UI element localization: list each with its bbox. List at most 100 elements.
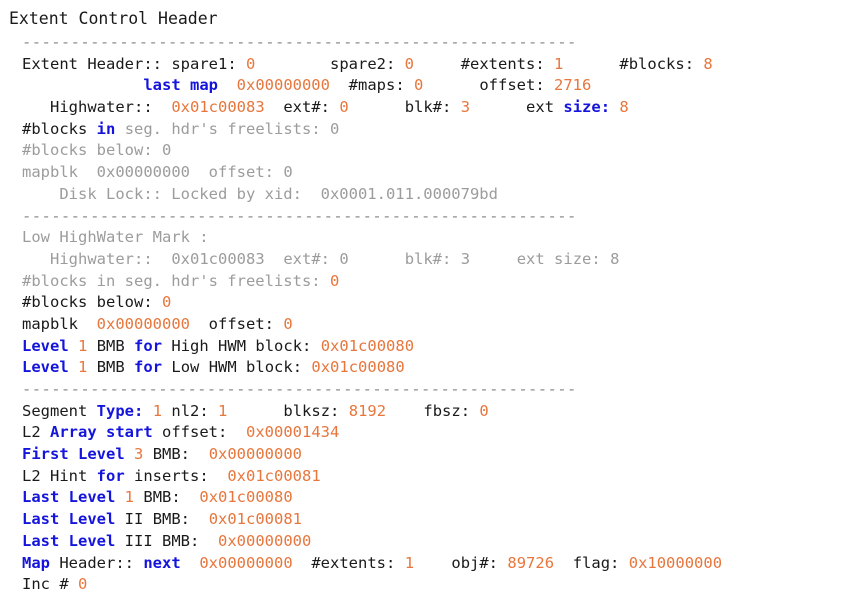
segment-fbsz-label: fbsz: (423, 401, 471, 420)
inc-label: Inc # (22, 575, 69, 594)
low-hwm-heading: Low HighWater Mark : (0, 227, 860, 249)
low-blocks-below-line: #blocks below: 0 (0, 292, 860, 314)
map-kw: Map (22, 553, 50, 572)
l2-prefix: L2 (22, 423, 41, 442)
segment-blksz-value: 8192 (348, 401, 387, 420)
high-bmb-mid: BMB (96, 336, 125, 355)
first-level-kw: First Level (22, 445, 125, 464)
low-freelists-value: 0 (329, 271, 340, 290)
maps-value: 0 (414, 76, 424, 95)
low-freelists-line: #blocks in seg. hdr's freelists: 0 (0, 271, 860, 293)
map-next-kw: next (143, 553, 181, 572)
segment-nl2-value: 1 (218, 401, 228, 420)
high-mapblk-label: mapblk (22, 163, 78, 182)
low-mapblk-offset-label: offset: (208, 314, 274, 333)
high-highwater-label: Highwater:: (50, 98, 153, 117)
low-bmb-level-num: 1 (78, 358, 88, 377)
low-bmb-tail-value: 0x01c00080 (311, 358, 405, 377)
last-map-value: 0x00000000 (236, 76, 330, 95)
high-freelists-label: seg. hdr's freelists: (124, 119, 321, 138)
map-next-value: 0x00000000 (199, 553, 293, 572)
last-level-2-num: II (124, 510, 144, 529)
separator-segment: ----------------------------------------… (22, 380, 577, 398)
page-title: Extent Control Header (9, 9, 218, 28)
high-blocks-below-label: #blocks below: (22, 141, 153, 160)
low-bmb-for: for (134, 358, 163, 377)
low-ext-label: ext#: (283, 249, 330, 268)
last-level-3-value: 0x00000000 (218, 531, 312, 550)
l2-hint-label: inserts: (134, 466, 209, 485)
high-freelists-in: in (96, 119, 116, 138)
map-extents-label: #extents: (311, 553, 396, 572)
separator-low-hwm: ----------------------------------------… (22, 206, 577, 225)
l2-hint-line: L2 Hint for inserts: 0x01c00081 (0, 466, 860, 488)
offset-value: 2716 (554, 76, 592, 95)
high-mapblk-line: mapblk 0x00000000 offset: 0 (0, 162, 860, 184)
low-bmb-tail-label: Low HWM block: (171, 358, 303, 377)
low-ext-value: 0 (339, 249, 349, 268)
first-level-bmb-line: First Level 3 BMB: 0x00000000 (0, 444, 860, 466)
low-ext-size-value: 8 (610, 249, 620, 268)
last-map-label: last map (143, 76, 218, 95)
first-level-num: 3 (134, 445, 144, 464)
map-flag-label: flag: (572, 553, 620, 572)
disk-lock-line: Disk Lock:: Locked by xid: 0x0001.011.00… (0, 184, 860, 206)
low-blk-value: 3 (460, 249, 471, 268)
l2-hint-prefix: L2 Hint (22, 466, 88, 485)
l2-hint-value: 0x01c00081 (227, 466, 321, 485)
maps-label: #maps: (348, 76, 405, 95)
map-extents-value: 1 (404, 553, 415, 572)
high-hwm-bmb-line: Level 1 BMB for High HWM block: 0x01c000… (0, 336, 860, 358)
inc-value: 0 (78, 575, 88, 594)
low-mapblk-value: 0x00000000 (96, 314, 190, 333)
map-obj-value: 89726 (507, 553, 555, 572)
extent-control-header-dump: Extent Control Header ------------------… (0, 0, 860, 593)
low-highwater-value: 0x01c00083 (171, 249, 265, 268)
high-blk-value: 3 (460, 98, 471, 117)
l2-offset-value: 0x00001434 (246, 423, 340, 442)
spare1-label: spare1: (171, 54, 237, 73)
last-level-1-bmb-label: BMB: (143, 488, 181, 507)
l2-hint-for: for (96, 466, 125, 485)
spare2-label: spare2: (330, 54, 396, 73)
low-mapblk-label: mapblk (22, 314, 78, 333)
first-level-value: 0x00000000 (208, 445, 303, 464)
segment-prefix: Segment (22, 401, 88, 420)
low-hwm-heading-text: Low HighWater Mark : (22, 228, 209, 247)
low-freelists-label: #blocks in seg. hdr's freelists: (22, 271, 321, 290)
last-level-2-line: Last Level II BMB: 0x01c00081 (0, 509, 860, 531)
low-blocks-below-value: 0 (162, 293, 172, 312)
high-bmb-tail-value: 0x01c00080 (320, 336, 415, 355)
high-bmb-for: for (134, 336, 163, 355)
last-level-1-line: Last Level 1 BMB: 0x01c00080 (0, 487, 860, 509)
spare2-value: 0 (404, 54, 415, 73)
high-blocks-below-line: #blocks below: 0 (0, 140, 860, 162)
last-level-1-kw: Last Level (22, 488, 116, 507)
extent-header-line: Extent Header:: spare1: 0 spare2: 0 #ext… (0, 54, 860, 76)
high-bmb-level-kw: Level (22, 336, 69, 355)
high-ext-size-label: size: (563, 98, 611, 117)
l2-array-start-line: L2 Array start offset: 0x00001434 (0, 422, 860, 444)
high-highwater-line: Highwater:: 0x01c00083 ext#: 0 blk#: 3 e… (0, 97, 860, 119)
high-mapblk-value: 0x00000000 (96, 163, 190, 182)
map-header-label: Header:: (59, 553, 134, 572)
offset-label: offset: (479, 76, 545, 95)
l2-array-start-kw: Array start (50, 423, 153, 442)
segment-type-line: Segment Type: 1 nl2: 1 blksz: 8192 fbsz:… (0, 401, 860, 423)
high-ext-value: 0 (339, 98, 349, 117)
high-ext-size-prefix: ext (526, 98, 555, 117)
last-level-3-line: Last Level III BMB: 0x00000000 (0, 531, 860, 553)
inc-line: Inc # 0 (0, 574, 860, 596)
l2-offset-label: offset: (162, 423, 228, 442)
high-ext-label: ext#: (283, 98, 330, 117)
low-highwater-label: Highwater:: (50, 249, 153, 268)
last-level-3-bmb-label: BMB: (162, 531, 200, 550)
low-mapblk-offset-value: 0 (283, 314, 293, 333)
spare1-value: 0 (246, 54, 256, 73)
segment-nl2-label: nl2: (171, 401, 209, 420)
segment-blksz-label: blksz: (283, 401, 340, 420)
blocks-label: #blocks: (619, 54, 695, 73)
high-bmb-level-num: 1 (78, 336, 88, 355)
high-mapblk-offset-label: offset: (208, 163, 274, 182)
map-header-line: Map Header:: next 0x00000000 #extents: 1… (0, 553, 860, 575)
